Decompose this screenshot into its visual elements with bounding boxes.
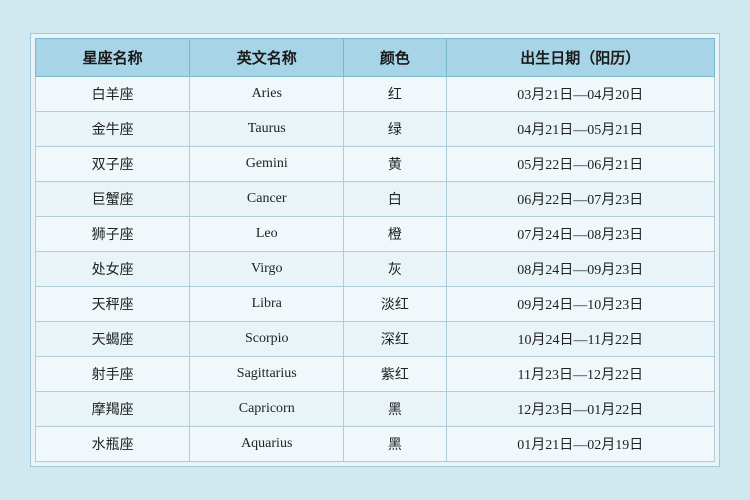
cell-english-name: Virgo	[190, 252, 344, 287]
cell-dates: 09月24日—10月23日	[446, 287, 714, 322]
cell-chinese-name: 天蝎座	[36, 322, 190, 357]
table-row: 摩羯座Capricorn黑12月23日—01月22日	[36, 392, 715, 427]
cell-dates: 11月23日—12月22日	[446, 357, 714, 392]
header-english-name: 英文名称	[190, 39, 344, 77]
cell-english-name: Taurus	[190, 112, 344, 147]
cell-english-name: Sagittarius	[190, 357, 344, 392]
header-dates: 出生日期（阳历）	[446, 39, 714, 77]
cell-chinese-name: 双子座	[36, 147, 190, 182]
cell-dates: 10月24日—11月22日	[446, 322, 714, 357]
cell-color: 淡红	[344, 287, 446, 322]
cell-dates: 06月22日—07月23日	[446, 182, 714, 217]
table-body: 白羊座Aries红03月21日—04月20日金牛座Taurus绿04月21日—0…	[36, 77, 715, 462]
zodiac-table-container: 星座名称 英文名称 颜色 出生日期（阳历） 白羊座Aries红03月21日—04…	[30, 33, 720, 467]
cell-dates: 08月24日—09月23日	[446, 252, 714, 287]
cell-color: 黑	[344, 392, 446, 427]
table-row: 水瓶座Aquarius黑01月21日—02月19日	[36, 427, 715, 462]
table-row: 处女座Virgo灰08月24日—09月23日	[36, 252, 715, 287]
cell-dates: 05月22日—06月21日	[446, 147, 714, 182]
cell-color: 黑	[344, 427, 446, 462]
cell-chinese-name: 摩羯座	[36, 392, 190, 427]
cell-english-name: Scorpio	[190, 322, 344, 357]
table-row: 天秤座Libra淡红09月24日—10月23日	[36, 287, 715, 322]
cell-english-name: Leo	[190, 217, 344, 252]
cell-english-name: Cancer	[190, 182, 344, 217]
cell-dates: 01月21日—02月19日	[446, 427, 714, 462]
cell-color: 白	[344, 182, 446, 217]
table-row: 金牛座Taurus绿04月21日—05月21日	[36, 112, 715, 147]
cell-chinese-name: 巨蟹座	[36, 182, 190, 217]
table-row: 双子座Gemini黄05月22日—06月21日	[36, 147, 715, 182]
cell-color: 红	[344, 77, 446, 112]
cell-dates: 04月21日—05月21日	[446, 112, 714, 147]
cell-english-name: Aquarius	[190, 427, 344, 462]
cell-chinese-name: 狮子座	[36, 217, 190, 252]
cell-dates: 03月21日—04月20日	[446, 77, 714, 112]
cell-color: 橙	[344, 217, 446, 252]
table-row: 狮子座Leo橙07月24日—08月23日	[36, 217, 715, 252]
cell-chinese-name: 金牛座	[36, 112, 190, 147]
cell-dates: 12月23日—01月22日	[446, 392, 714, 427]
cell-color: 深红	[344, 322, 446, 357]
cell-chinese-name: 射手座	[36, 357, 190, 392]
cell-chinese-name: 水瓶座	[36, 427, 190, 462]
table-header-row: 星座名称 英文名称 颜色 出生日期（阳历）	[36, 39, 715, 77]
cell-color: 紫红	[344, 357, 446, 392]
table-row: 巨蟹座Cancer白06月22日—07月23日	[36, 182, 715, 217]
cell-color: 灰	[344, 252, 446, 287]
header-color: 颜色	[344, 39, 446, 77]
table-row: 射手座Sagittarius紫红11月23日—12月22日	[36, 357, 715, 392]
cell-color: 黄	[344, 147, 446, 182]
cell-english-name: Capricorn	[190, 392, 344, 427]
cell-english-name: Aries	[190, 77, 344, 112]
table-row: 天蝎座Scorpio深红10月24日—11月22日	[36, 322, 715, 357]
cell-english-name: Libra	[190, 287, 344, 322]
cell-chinese-name: 白羊座	[36, 77, 190, 112]
cell-color: 绿	[344, 112, 446, 147]
cell-chinese-name: 处女座	[36, 252, 190, 287]
zodiac-table: 星座名称 英文名称 颜色 出生日期（阳历） 白羊座Aries红03月21日—04…	[35, 38, 715, 462]
cell-chinese-name: 天秤座	[36, 287, 190, 322]
cell-dates: 07月24日—08月23日	[446, 217, 714, 252]
cell-english-name: Gemini	[190, 147, 344, 182]
header-chinese-name: 星座名称	[36, 39, 190, 77]
table-row: 白羊座Aries红03月21日—04月20日	[36, 77, 715, 112]
